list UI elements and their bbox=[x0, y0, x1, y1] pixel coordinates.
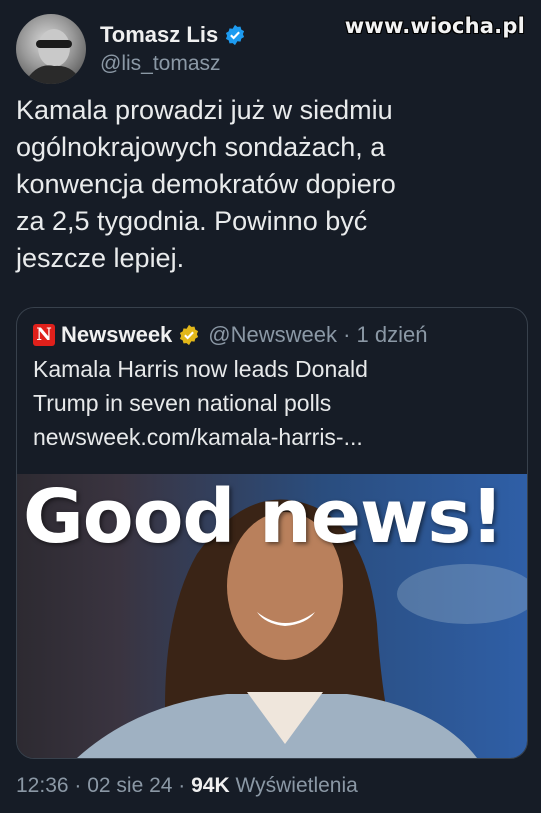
quoted-author-name[interactable]: Newsweek bbox=[61, 322, 172, 348]
quoted-tweet[interactable]: N Newsweek @Newsweek · 1 dzień Kamala Ha… bbox=[16, 307, 528, 759]
tweet-header: Tomasz Lis @lis_tomasz bbox=[16, 14, 246, 84]
views-count: 94K bbox=[191, 774, 230, 797]
author-name[interactable]: Tomasz Lis bbox=[100, 22, 218, 48]
tweet-text: Kamala prowadzi już w siedmiu ogólnokraj… bbox=[16, 95, 396, 273]
views-label: Wyświetlenia bbox=[229, 774, 358, 797]
quoted-text: Kamala Harris now leads Donald Trump in … bbox=[33, 356, 368, 450]
tweet-meta: 12:36 · 02 sie 24 · 94K Wyświetlenia bbox=[16, 774, 358, 798]
image-overlay-text: Good news! bbox=[23, 474, 504, 560]
avatar-image bbox=[24, 29, 82, 84]
newsweek-logo-icon: N bbox=[33, 324, 55, 346]
author-handle[interactable]: @lis_tomasz bbox=[100, 52, 246, 76]
avatar[interactable] bbox=[16, 14, 86, 84]
verified-badge-icon bbox=[226, 24, 245, 46]
timestamp[interactable]: 12:36 · 02 sie 24 · bbox=[16, 774, 191, 797]
quoted-handle-time: @Newsweek · 1 dzień bbox=[208, 322, 428, 347]
verified-gold-badge-icon bbox=[180, 324, 199, 346]
watermark: www.wiocha.pl bbox=[344, 14, 525, 38]
